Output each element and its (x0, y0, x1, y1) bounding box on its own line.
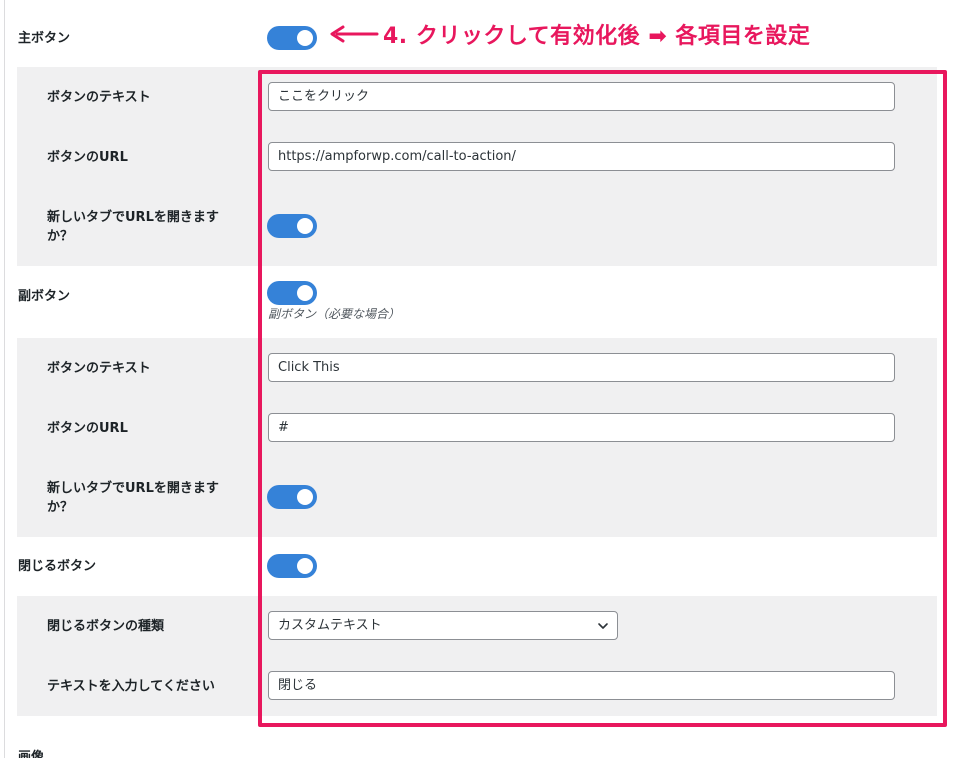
newtab-label-line2: か？ (47, 500, 74, 515)
close-button-text-input[interactable]: 閉じる (268, 671, 895, 700)
select-value: カスタムテキスト (278, 618, 382, 633)
sub-button-text-input[interactable]: Click This (268, 353, 895, 382)
close-button-label: 閉じるボタン (18, 559, 97, 574)
main-button-label: 主ボタン (18, 31, 71, 46)
toggle-knob (297, 218, 313, 234)
newtab-label-line2: か？ (47, 229, 74, 244)
sub-button-url-input[interactable]: # (268, 413, 895, 442)
next-section-label: 画像 (18, 750, 45, 758)
main-button-text-input[interactable]: ここをクリック (268, 82, 895, 111)
arrow-left-icon (330, 25, 379, 43)
sub-button-toggle[interactable] (267, 281, 317, 305)
annotation-text: 4. クリックして有効化後 ➡ 各項目を設定 (383, 24, 811, 49)
content-left-border (4, 0, 5, 758)
sub-button-newtab-toggle[interactable] (267, 485, 317, 509)
newtab-label-line1: 新しいタブでURLを開きます (47, 481, 219, 496)
sub-button-label: 副ボタン (18, 289, 71, 304)
main-button-toggle[interactable] (267, 26, 317, 50)
chevron-down-icon (598, 623, 608, 629)
close-button-type-label: 閉じるボタンの種類 (47, 619, 165, 634)
toggle-knob (297, 30, 313, 46)
toggle-knob (297, 489, 313, 505)
sub-button-newtab-label: 新しいタブでURLを開きます か？ (47, 479, 237, 517)
main-button-newtab-label: 新しいタブでURLを開きます か？ (47, 208, 237, 246)
main-button-url-label: ボタンのURL (47, 150, 128, 165)
close-button-text-label: テキストを入力してください (47, 679, 215, 694)
sub-button-description: 副ボタン（必要な場合） (268, 307, 401, 321)
close-button-type-select[interactable]: カスタムテキスト (268, 611, 618, 640)
toggle-knob (297, 558, 313, 574)
sub-button-url-label: ボタンのURL (47, 421, 128, 436)
main-button-url-input[interactable]: https://ampforwp.com/call-to-action/ (268, 142, 895, 171)
toggle-knob (297, 285, 313, 301)
main-button-text-label: ボタンのテキスト (47, 90, 151, 105)
annotation: 4. クリックして有効化後 ➡ 各項目を設定 (329, 18, 810, 50)
close-button-toggle[interactable] (267, 554, 317, 578)
sub-button-text-label: ボタンのテキスト (47, 361, 151, 376)
newtab-label-line1: 新しいタブでURLを開きます (47, 210, 219, 225)
main-button-newtab-toggle[interactable] (267, 214, 317, 238)
